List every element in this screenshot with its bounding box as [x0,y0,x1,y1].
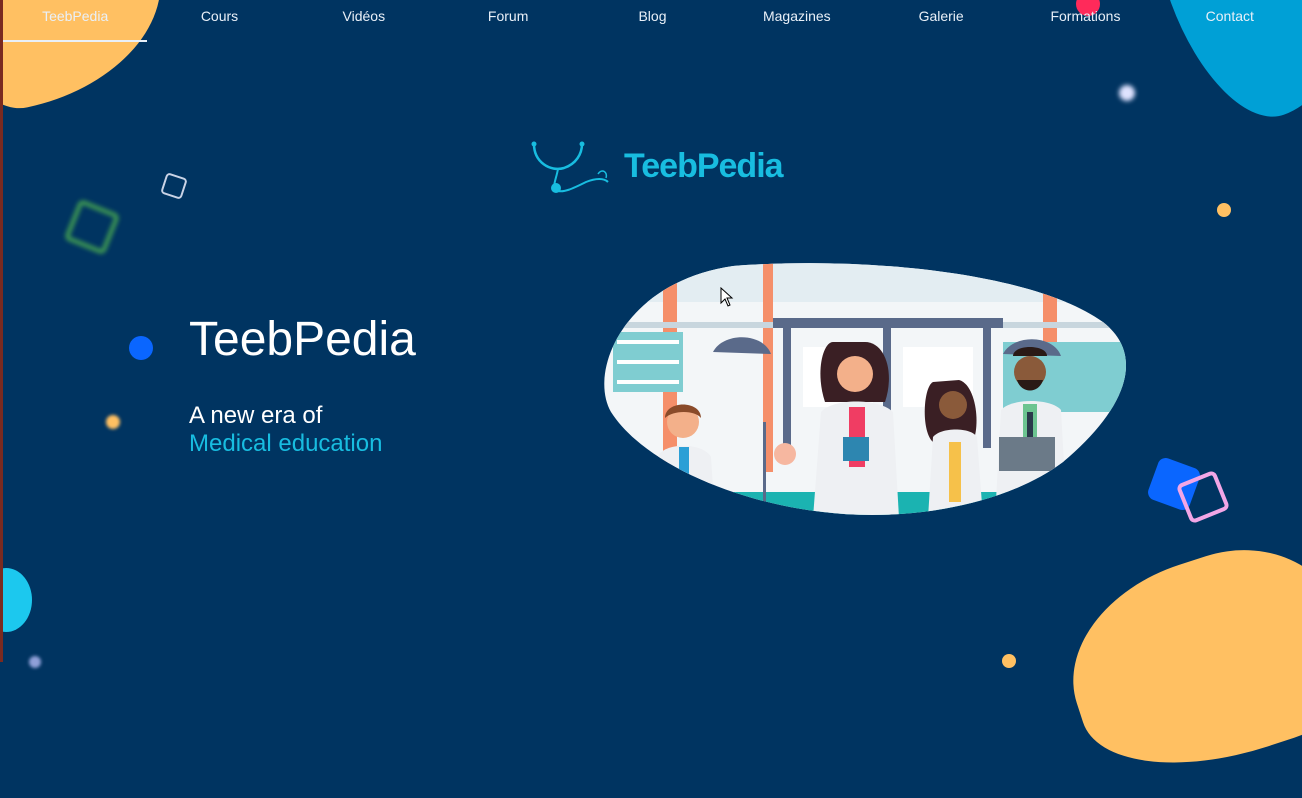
hero-subtitle-line1: A new era of [189,402,323,429]
nav-item-galerie[interactable]: Galerie [869,0,1013,42]
decor-dot-orange-right [1217,203,1231,217]
mouse-cursor-icon [720,287,734,307]
hero-subtitle: A new era of Medical education [189,402,382,458]
nav-item-formations[interactable]: Formations [1013,0,1157,42]
nav-item-forum[interactable]: Forum [436,0,580,42]
nav-item-cours[interactable]: Cours [147,0,291,42]
nav-item-magazines[interactable]: Magazines [725,0,869,42]
decor-dot-white-bottom [29,656,41,668]
main-nav: TeebPedia Cours Vidéos Forum Blog Magazi… [3,0,1302,42]
left-edge-bar [0,0,3,662]
decor-dot-white [1119,85,1135,101]
decor-blob-bottom-right [1045,521,1302,798]
logo-text: TeebPedia [624,146,784,185]
decor-square-green [63,198,121,256]
stethoscope-icon [531,141,609,193]
decor-dot-blue [129,336,153,360]
decor-dot-orange-left [106,415,120,429]
decor-blob-bottom-left [0,568,32,632]
decor-square-outline-small [160,172,188,200]
site-logo[interactable]: TeebPedia [528,136,788,196]
decor-dot-orange-bottom [1002,654,1016,668]
hero-subtitle-line2: Medical education [189,430,383,457]
nav-item-teebpedia[interactable]: TeebPedia [3,0,148,42]
nav-item-videos[interactable]: Vidéos [292,0,436,42]
nav-item-contact[interactable]: Contact [1158,0,1302,42]
medical-lab-team-illustration [604,263,1127,515]
nav-item-blog[interactable]: Blog [580,0,724,42]
hero-title: TeebPedia [189,313,416,366]
